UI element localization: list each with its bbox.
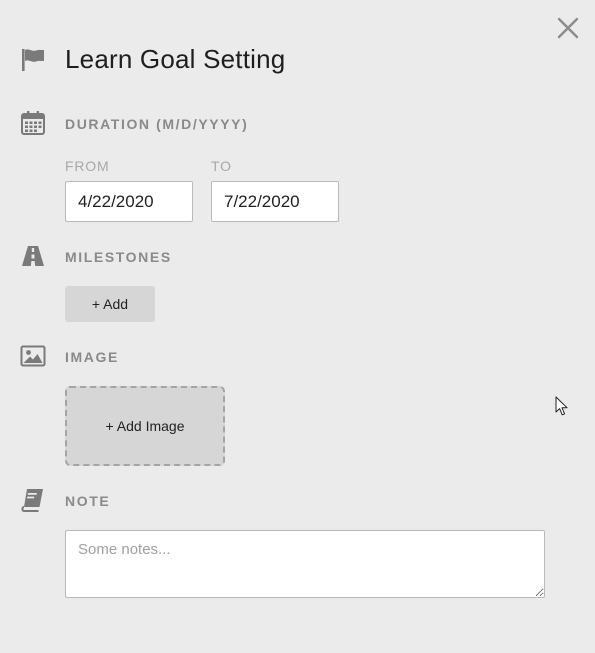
- add-image-label: + Add Image: [105, 418, 185, 434]
- add-image-dropzone[interactable]: + Add Image: [65, 386, 225, 466]
- goal-title[interactable]: Learn Goal Setting: [65, 44, 285, 75]
- duration-label: DURATION (M/D/YYYY): [65, 116, 249, 132]
- close-icon: [557, 17, 579, 39]
- close-button[interactable]: [556, 16, 580, 40]
- from-label: FROM: [65, 158, 110, 174]
- add-milestone-button[interactable]: + Add: [65, 286, 155, 322]
- mouse-cursor-icon: [555, 396, 569, 417]
- calendar-icon: [20, 110, 46, 136]
- image-label: IMAGE: [65, 349, 119, 365]
- to-date-input[interactable]: [211, 181, 339, 222]
- from-date-input[interactable]: [65, 181, 193, 222]
- image-icon: [20, 343, 46, 369]
- milestones-label: MILESTONES: [65, 249, 172, 265]
- note-label: NOTE: [65, 493, 111, 509]
- to-label: TO: [211, 158, 232, 174]
- note-textarea[interactable]: [65, 530, 545, 598]
- book-icon: [20, 487, 46, 513]
- flag-icon: [20, 47, 46, 73]
- road-icon: [20, 243, 46, 269]
